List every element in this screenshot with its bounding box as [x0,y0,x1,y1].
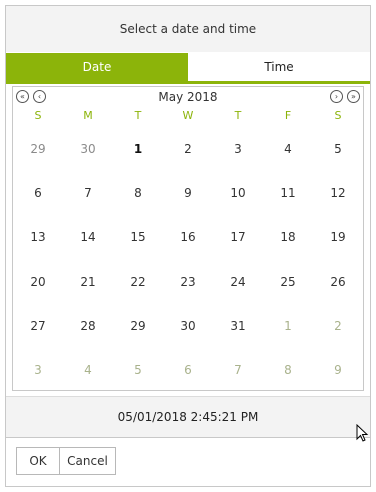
chevron-right-icon[interactable]: › [330,90,343,103]
day-cell[interactable]: 2 [313,304,363,348]
dialog-actions: OK Cancel [16,447,116,475]
day-cell[interactable]: 10 [213,171,263,215]
day-cell-selected[interactable]: 1 [113,127,163,171]
day-cell[interactable]: 4 [63,348,113,392]
day-cell[interactable]: 1 [263,304,313,348]
calendar-nav: « ‹ May 2018 › » [13,87,363,109]
day-cell[interactable]: 19 [313,215,363,259]
double-chevron-right-icon[interactable]: » [347,90,360,103]
day-cell[interactable]: 18 [263,215,313,259]
tab-time[interactable]: Time [188,53,370,81]
dialog-title: Select a date and time [6,6,370,52]
day-cell[interactable]: 3 [13,348,63,392]
calendar: « ‹ May 2018 › » S M T W T F S 29 30 1 2… [12,86,364,391]
day-cell[interactable]: 6 [163,348,213,392]
date-time-dialog: Select a date and time Date Time « ‹ May… [5,5,371,487]
day-cell[interactable]: 3 [213,127,263,171]
day-cell[interactable]: 16 [163,215,213,259]
cancel-button[interactable]: Cancel [60,447,116,475]
day-cell[interactable]: 23 [163,260,213,304]
day-cell[interactable]: 22 [113,260,163,304]
day-grid: 29 30 1 2 3 4 5 6 7 8 9 10 11 12 13 14 1… [13,127,363,392]
day-cell[interactable]: 30 [163,304,213,348]
day-cell[interactable]: 5 [313,127,363,171]
mouse-pointer-icon [356,424,369,442]
day-cell[interactable]: 17 [213,215,263,259]
day-cell[interactable]: 8 [263,348,313,392]
day-cell[interactable]: 4 [263,127,313,171]
day-cell[interactable]: 29 [13,127,63,171]
day-cell[interactable]: 15 [113,215,163,259]
day-cell[interactable]: 30 [63,127,113,171]
day-cell[interactable]: 21 [63,260,113,304]
day-cell[interactable]: 29 [113,304,163,348]
day-cell[interactable]: 9 [313,348,363,392]
tab-bar: Date Time [6,53,370,84]
day-cell[interactable]: 7 [63,171,113,215]
weekday-label: T [134,109,142,122]
tab-date[interactable]: Date [6,53,188,81]
weekday-header: S M T W T F S [13,109,363,127]
day-cell[interactable]: 13 [13,215,63,259]
day-cell[interactable]: 25 [263,260,313,304]
day-cell[interactable]: 11 [263,171,313,215]
month-title[interactable]: May 2018 [13,90,363,104]
day-cell[interactable]: 28 [63,304,113,348]
weekday-label: F [284,109,292,122]
weekday-label: T [234,109,242,122]
day-cell[interactable]: 12 [313,171,363,215]
ok-button[interactable]: OK [16,447,60,475]
day-cell[interactable]: 24 [213,260,263,304]
weekday-label: M [83,109,93,122]
day-cell[interactable]: 26 [313,260,363,304]
day-cell[interactable]: 8 [113,171,163,215]
selected-datetime: 05/01/2018 2:45:21 PM [6,396,370,438]
weekday-label: S [334,109,342,122]
weekday-label: S [34,109,42,122]
day-cell[interactable]: 7 [213,348,263,392]
day-cell[interactable]: 31 [213,304,263,348]
day-cell[interactable]: 2 [163,127,213,171]
day-cell[interactable]: 5 [113,348,163,392]
day-cell[interactable]: 20 [13,260,63,304]
day-cell[interactable]: 14 [63,215,113,259]
weekday-label: W [182,109,194,122]
day-cell[interactable]: 9 [163,171,213,215]
day-cell[interactable]: 27 [13,304,63,348]
day-cell[interactable]: 6 [13,171,63,215]
